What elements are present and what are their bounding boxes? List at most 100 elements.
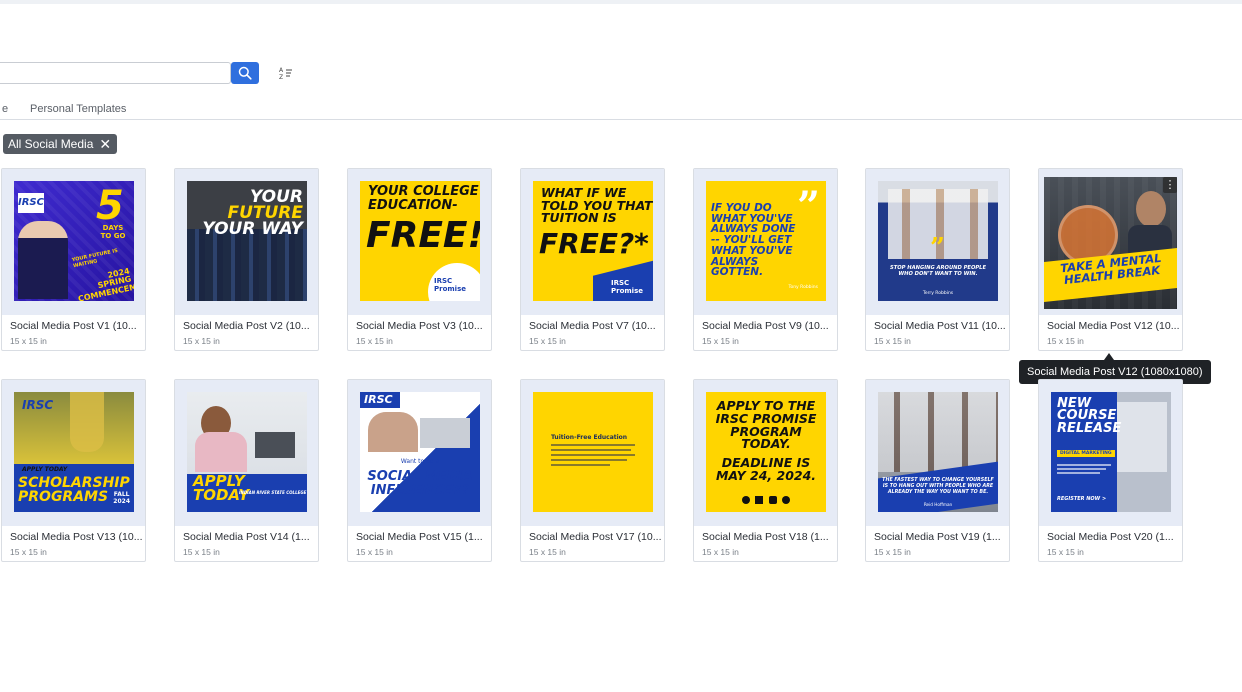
template-size: 15 x 15 in: [1047, 547, 1084, 557]
thumb-text: Tuition-Free Education: [551, 434, 628, 441]
tooltip-arrow: [1104, 353, 1114, 360]
template-card[interactable]: APPLY TODAY INDIAN RIVER STATE COLLEGE S…: [174, 379, 319, 562]
template-thumbnail-frame: Tuition-Free Education: [521, 380, 664, 526]
brand-mark: IRSC Promise: [611, 279, 643, 295]
template-size: 15 x 15 in: [356, 336, 393, 346]
template-name: Social Media Post V15 (1...: [356, 531, 483, 543]
tab-partial[interactable]: e: [2, 103, 8, 115]
thumb-text: GOTTEN.: [711, 266, 764, 279]
search-input[interactable]: [0, 63, 230, 83]
search-box[interactable]: [0, 62, 231, 84]
tab-personal-templates[interactable]: Personal Templates: [30, 103, 126, 115]
thumb-text: DIGITAL MARKETING: [1057, 450, 1115, 457]
template-thumbnail: NEW COURSE RELEASE DIGITAL MARKETING REG…: [1051, 392, 1171, 512]
template-name: Social Media Post V12 (10...: [1047, 320, 1179, 332]
school-name: INDIAN RIVER STATE COLLEGE: [239, 490, 307, 495]
svg-text:Z: Z: [279, 74, 283, 80]
template-thumbnail-frame: IRSC 5 DAYS TO GO YOUR FUTURE IS WAITING…: [2, 169, 145, 315]
thumb-text: RELEASE: [1057, 420, 1122, 436]
template-card[interactable]: NEW COURSE RELEASE DIGITAL MARKETING REG…: [1038, 379, 1183, 562]
thumb-text: THE FASTEST WAY TO CHANGE YOURSELF: [882, 478, 994, 483]
template-thumbnail: WHAT IF WE TOLD YOU THAT TUITION IS FREE…: [533, 181, 653, 301]
top-strip: [0, 0, 1242, 4]
template-card[interactable]: YOUR FUTURE YOUR WAY Social Media Post V…: [174, 168, 319, 351]
template-thumbnail-frame: APPLY TO THE IRSC PROMISE PROGRAM TODAY.…: [694, 380, 837, 526]
quote-author: Tony Robbins: [788, 285, 818, 290]
sort-button[interactable]: A Z: [277, 64, 295, 82]
template-name: Social Media Post V3 (10...: [356, 320, 483, 332]
template-thumbnail-frame: IRSC APPLY TODAY SCHOLARSHIP PROGRAMS FA…: [2, 380, 145, 526]
quote-author: Reid Hoffman: [923, 502, 953, 507]
thumb-text: EDUCATION-: [368, 197, 458, 213]
irsc-logo: IRSC: [18, 193, 44, 213]
thumb-text: FREE?*: [539, 227, 649, 260]
search-icon: [238, 66, 252, 80]
template-card[interactable]: THE FASTEST WAY TO CHANGE YOURSELF IS TO…: [865, 379, 1010, 562]
template-card[interactable]: ” IF YOU DO WHAT YOU'VE ALWAYS DONE -- Y…: [693, 168, 838, 351]
template-card[interactable]: TAKE A MENTAL HEALTH BREAK ⋮ Social Medi…: [1038, 168, 1183, 351]
template-size: 15 x 15 in: [529, 547, 566, 557]
template-thumbnail: THE FASTEST WAY TO CHANGE YOURSELF IS TO…: [878, 392, 998, 512]
sort-icon: A Z: [279, 67, 292, 80]
template-card[interactable]: YOUR COLLEGE EDUCATION- FREE! IRSC Promi…: [347, 168, 492, 351]
template-name: Social Media Post V11 (10...: [874, 320, 1006, 332]
filter-chip-label: All Social Media: [8, 137, 94, 151]
template-name: Social Media Post V14 (1...: [183, 531, 310, 543]
template-thumbnail-frame: WHAT IF WE TOLD YOU THAT TUITION IS FREE…: [521, 169, 664, 315]
template-thumbnail-frame: APPLY TODAY INDIAN RIVER STATE COLLEGE: [175, 380, 318, 526]
template-thumbnail-frame: IRSC Want to be a SOCIAL MEDIA INFLUENCE…: [348, 380, 491, 526]
thumb-text: REGISTER NOW >: [1057, 496, 1107, 502]
more-vertical-icon[interactable]: ⋮: [1163, 177, 1177, 193]
template-thumbnail: Tuition-Free Education: [533, 392, 653, 512]
quote-author: Terry Robbins: [922, 291, 954, 296]
countdown-number: 5: [96, 183, 124, 229]
thumb-text: TUITION IS: [541, 210, 617, 225]
thumb-text: INFLUENCER?: [370, 482, 470, 498]
template-thumbnail-frame: TAKE A MENTAL HEALTH BREAK: [1039, 169, 1182, 315]
template-card[interactable]: IRSC Want to be a SOCIAL MEDIA INFLUENCE…: [347, 379, 492, 562]
thumb-text: YOUR COLLEGE: [368, 184, 479, 199]
thumb-text: FREE!: [366, 215, 480, 256]
irsc-logo: IRSC: [22, 398, 54, 412]
template-thumbnail-frame: THE FASTEST WAY TO CHANGE YOURSELF IS TO…: [866, 380, 1009, 526]
template-card[interactable]: APPLY TO THE IRSC PROMISE PROGRAM TODAY.…: [693, 379, 838, 562]
template-size: 15 x 15 in: [529, 336, 566, 346]
search-button[interactable]: [231, 62, 259, 84]
thumb-text: 2024: [113, 497, 130, 505]
template-name: Social Media Post V17 (10...: [529, 531, 661, 543]
close-icon[interactable]: ✕: [99, 137, 111, 151]
social-icons: [742, 496, 790, 504]
template-thumbnail: YOUR COLLEGE EDUCATION- FREE! IRSC Promi…: [360, 181, 480, 301]
template-card[interactable]: ” STOP HANGING AROUND PEOPLE WHO DON'T W…: [865, 168, 1010, 351]
template-thumbnail: YOUR FUTURE YOUR WAY: [187, 181, 307, 301]
template-card[interactable]: IRSC 5 DAYS TO GO YOUR FUTURE IS WAITING…: [1, 168, 146, 351]
template-thumbnail: APPLY TODAY INDIAN RIVER STATE COLLEGE: [187, 392, 307, 512]
template-thumbnail: ” IF YOU DO WHAT YOU'VE ALWAYS DONE -- Y…: [706, 181, 826, 301]
template-name: Social Media Post V7 (10...: [529, 320, 656, 332]
irsc-logo: IRSC: [364, 393, 393, 406]
template-size: 15 x 15 in: [183, 336, 220, 346]
template-size: 15 x 15 in: [10, 336, 47, 346]
thumb-text: YOUR WAY: [202, 219, 303, 240]
thumb-text: SOCIAL MEDIA: [367, 469, 473, 484]
template-name: Social Media Post V20 (1...: [1047, 531, 1174, 543]
template-thumbnail: IRSC APPLY TODAY SCHOLARSHIP PROGRAMS FA…: [14, 392, 134, 512]
thumb-text: IS TO HANG OUT WITH PEOPLE WHO ARE: [882, 483, 994, 489]
template-size: 15 x 15 in: [10, 547, 47, 557]
thumb-text: WHO DON'T WANT TO WIN.: [898, 271, 978, 278]
thumb-text: ALREADY THE WAY YOU WANT TO BE.: [887, 489, 989, 495]
template-size: 15 x 15 in: [702, 336, 739, 346]
template-thumbnail-frame: YOUR COLLEGE EDUCATION- FREE! IRSC Promi…: [348, 169, 491, 315]
template-card[interactable]: IRSC APPLY TODAY SCHOLARSHIP PROGRAMS FA…: [1, 379, 146, 562]
template-thumbnail-frame: ” IF YOU DO WHAT YOU'VE ALWAYS DONE -- Y…: [694, 169, 837, 315]
template-size: 15 x 15 in: [874, 547, 911, 557]
svg-text:A: A: [279, 67, 284, 74]
template-card[interactable]: WHAT IF WE TOLD YOU THAT TUITION IS FREE…: [520, 168, 665, 351]
brand-mark: IRSC Promise: [434, 277, 466, 293]
thumb-text: TODAY.: [741, 436, 791, 452]
filter-chip[interactable]: All Social Media ✕: [3, 134, 118, 154]
thumb-text: WHAT YOU'VE: [711, 244, 793, 257]
template-thumbnail: IRSC Want to be a SOCIAL MEDIA INFLUENCE…: [360, 392, 480, 512]
template-thumbnail: APPLY TO THE IRSC PROMISE PROGRAM TODAY.…: [706, 392, 826, 512]
template-card[interactable]: Tuition-Free Education Social Media Post…: [520, 379, 665, 562]
